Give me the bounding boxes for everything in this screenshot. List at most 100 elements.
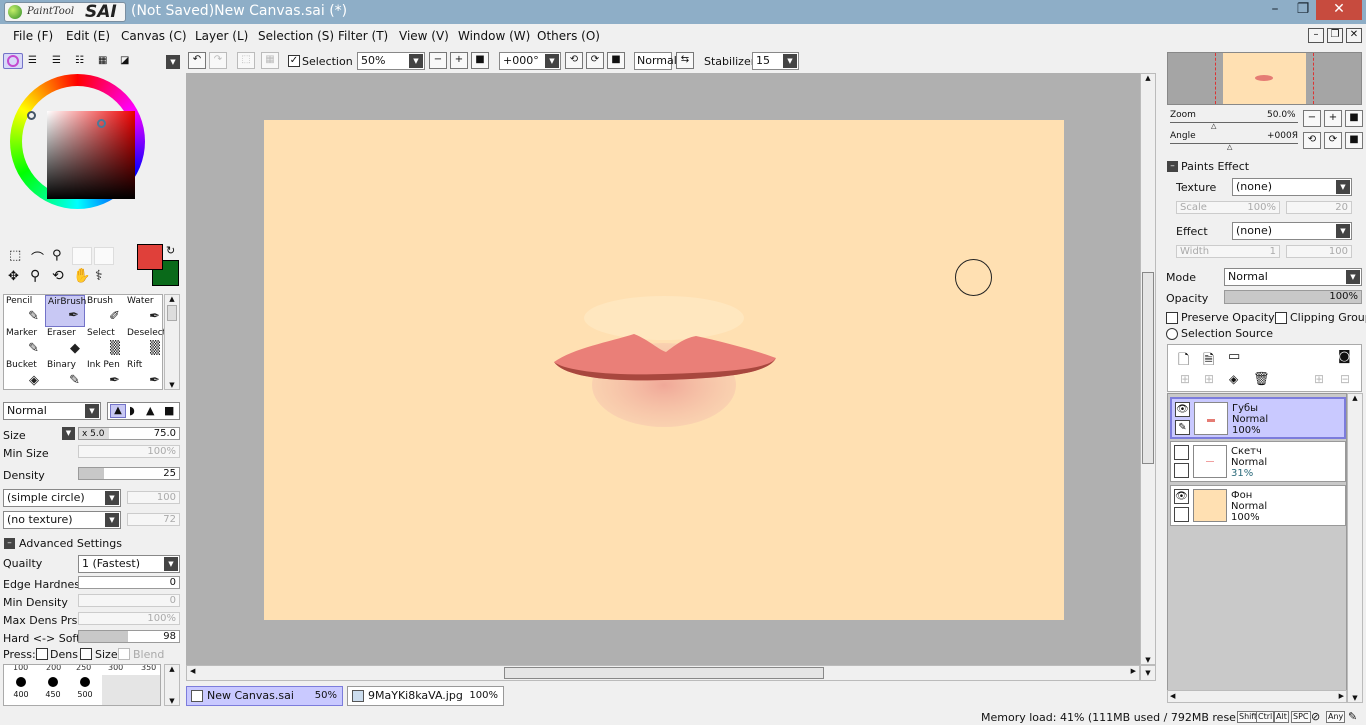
rgb-slider-tab[interactable]: ☰	[28, 55, 37, 66]
tool-eraser[interactable]: Eraser ◆	[45, 327, 85, 359]
tool-rift[interactable]: Rift ✒	[125, 359, 165, 391]
rect-select-icon[interactable]: ⬚	[9, 248, 21, 263]
flip-horizontal-button[interactable]: ⇆	[676, 52, 694, 69]
apply-mask-icon[interactable]: ⊞	[1314, 372, 1324, 386]
pencil-icon[interactable]: ✎	[1175, 420, 1190, 435]
advanced-settings-label[interactable]: Advanced Settings	[19, 537, 122, 550]
min-density-slider[interactable]: 0	[78, 594, 180, 607]
magic-wand-icon[interactable]: ⚲	[52, 248, 62, 263]
rotate-icon[interactable]: ⟲	[52, 268, 64, 284]
navigator-preview[interactable]	[1167, 52, 1362, 105]
press-size-checkbox[interactable]	[80, 648, 92, 660]
layer-mask-icon[interactable]: ◙	[1338, 349, 1351, 364]
scroll-down-icon[interactable]: ▼	[1348, 694, 1362, 702]
nav-zoom-slider[interactable]	[1170, 122, 1298, 123]
menu-edit[interactable]: Edit (E)	[66, 29, 110, 43]
size-multiplier-dropdown[interactable]: ▼	[62, 427, 75, 440]
collapse-icon[interactable]: –	[4, 538, 15, 549]
color-panel-menu-button[interactable]: ▼	[166, 55, 180, 69]
brush-shape-select[interactable]: (simple circle) ▼	[3, 489, 121, 507]
hue-marker[interactable]	[27, 111, 36, 120]
brush-texture-strength[interactable]: 72	[127, 513, 180, 526]
move-icon[interactable]: ✥	[8, 269, 19, 284]
tool-ink-pen[interactable]: Ink Pen ✒	[85, 359, 125, 391]
effect-strength-slider[interactable]: 100	[1286, 245, 1352, 258]
layer-list-scrollbar[interactable]: ▲ ▼	[1347, 393, 1363, 703]
scroll-right-icon[interactable]: ▶	[1131, 667, 1136, 675]
edge-hardness-slider[interactable]: 0	[78, 576, 180, 589]
presets-scrollbar[interactable]: ▲ ▼	[164, 664, 180, 706]
layer-mode-select[interactable]: Normal ▼	[1224, 268, 1362, 286]
menu-selection[interactable]: Selection (S)	[258, 29, 334, 43]
sv-marker[interactable]	[97, 119, 106, 128]
tool-deselect[interactable]: Deselect ▒	[125, 327, 166, 359]
hsv-slider-tab[interactable]: ☰	[52, 55, 61, 66]
nav-rotate-right-button[interactable]: ⟳	[1324, 132, 1342, 149]
paints-effect-title[interactable]: Paints Effect	[1181, 160, 1249, 173]
layer-list-h-scrollbar[interactable]: ◀ ▶	[1167, 690, 1347, 703]
swap-colors-icon[interactable]: ↻	[166, 244, 175, 257]
tool-airbrush[interactable]: AirBrush ✒	[45, 295, 86, 327]
brush-shape-strength[interactable]: 100	[127, 491, 180, 504]
lock-checkbox[interactable]	[1174, 463, 1189, 478]
collapse-icon[interactable]: –	[1167, 161, 1178, 172]
nav-zoom-reset-button[interactable]: ■	[1345, 110, 1363, 127]
new-vector-layer-icon[interactable]: 🗎	[1203, 349, 1214, 373]
tool-bucket[interactable]: Bucket ◈	[4, 359, 44, 391]
texture-scale-slider[interactable]: Scale 100%	[1176, 201, 1280, 214]
scroll-left-icon[interactable]: ◀	[1170, 692, 1175, 700]
slider-thumb-icon[interactable]: △	[1227, 143, 1232, 151]
zoom-select[interactable]: 50% ▼	[357, 52, 425, 70]
menu-others[interactable]: Others (O)	[537, 29, 600, 43]
delete-layer-icon[interactable]: 🗑	[1253, 372, 1270, 387]
mdi-close-button[interactable]: ✕	[1346, 28, 1362, 43]
tool-select[interactable]: Select ▒	[85, 327, 125, 359]
menu-filter[interactable]: Filter (T)	[338, 29, 388, 43]
density-slider[interactable]: 25	[78, 467, 180, 480]
transfer-down-icon[interactable]: ⊞	[1180, 372, 1190, 386]
scroll-down-icon[interactable]: ▼	[1140, 665, 1156, 681]
zoom-out-button[interactable]: −	[429, 52, 447, 69]
maximize-button[interactable]: ❐	[1290, 0, 1316, 20]
new-layer-icon[interactable]: 🗋	[1178, 349, 1189, 373]
view-mode-select[interactable]: Normal	[634, 52, 677, 70]
close-button[interactable]: ✕	[1316, 0, 1362, 20]
tab-image-jpg[interactable]: 9MaYKi8kaVA.jpg 100%	[347, 686, 504, 706]
zoom-in-button[interactable]: +	[450, 52, 468, 69]
layer-row[interactable]: 👁 ✎ Губы Normal 100%	[1170, 397, 1346, 439]
invert-selection-button[interactable]: ▦	[261, 52, 279, 69]
rotate-right-button[interactable]: ⟳	[586, 52, 604, 69]
scroll-down-icon[interactable]: ▼	[1141, 656, 1155, 664]
minimize-button[interactable]: –	[1262, 0, 1288, 20]
layer-row[interactable]: 👁 Фон Normal 100%	[1170, 485, 1346, 526]
mdi-minimize-button[interactable]: –	[1308, 28, 1324, 43]
tip-sharp-icon[interactable]: ▲	[110, 404, 126, 418]
effect-select[interactable]: (none) ▼	[1232, 222, 1352, 240]
layer-row[interactable]: Скетч Normal 31%	[1170, 441, 1346, 482]
scroll-up-icon[interactable]: ▲	[1141, 74, 1155, 82]
lasso-icon[interactable]: ⌒	[31, 248, 44, 267]
nav-rotate-reset-button[interactable]: ■	[1345, 132, 1363, 149]
delete-mask-icon[interactable]: ⊟	[1340, 372, 1350, 386]
tool-pencil[interactable]: Pencil ✎	[4, 295, 44, 327]
tab-new-canvas[interactable]: New Canvas.sai 50%	[186, 686, 343, 706]
swatches-tab[interactable]: ▦	[98, 55, 107, 66]
scroll-up-icon[interactable]: ▲	[165, 295, 179, 303]
texture-strength-slider[interactable]: 20	[1286, 201, 1352, 214]
scroll-up-icon[interactable]: ▲	[165, 665, 179, 673]
selection-source-checkbox[interactable]	[1166, 328, 1178, 340]
brush-blend-select[interactable]: Normal ▼	[3, 402, 101, 420]
nav-angle-slider[interactable]	[1170, 143, 1298, 144]
merge-down-icon[interactable]: ⊞	[1204, 372, 1214, 386]
scroll-thumb[interactable]	[1142, 272, 1154, 464]
saturation-value-square[interactable]	[47, 111, 135, 199]
size-slider[interactable]: x 5.0 75.0	[78, 427, 180, 440]
effect-width-slider[interactable]: Width 1	[1176, 245, 1280, 258]
brush-preset-400[interactable]: 400	[7, 669, 35, 705]
press-dens-checkbox[interactable]	[36, 648, 48, 660]
undo-button[interactable]: ↶	[188, 52, 206, 69]
tip-round-icon[interactable]: ◗	[129, 404, 135, 417]
slider-thumb-icon[interactable]: △	[1211, 122, 1216, 130]
texture-select[interactable]: (none) ▼	[1232, 178, 1352, 196]
deselect-button[interactable]: ⬚	[237, 52, 255, 69]
